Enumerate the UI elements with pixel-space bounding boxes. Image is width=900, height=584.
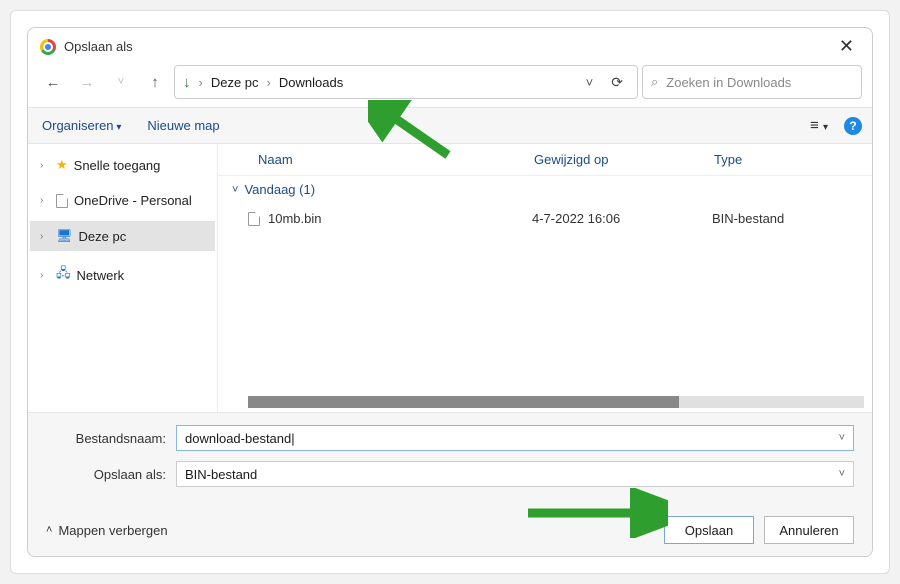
group-today[interactable]: ˅ Vandaag (1) (218, 176, 872, 203)
search-placeholder: Zoeken in Downloads (666, 75, 791, 90)
save-as-dialog: Opslaan als ✕ ← → ˅ ↑ ↓ › Deze pc › Down… (27, 27, 873, 557)
file-name-text: 10mb.bin (268, 211, 321, 226)
file-icon (56, 194, 68, 208)
sidebar-item-network[interactable]: › 🖧 Netwerk (30, 257, 215, 293)
breadcrumb[interactable]: ↓ › Deze pc › Downloads ˅ ⟳ (174, 65, 638, 99)
file-list-header: Naam Gewijzigd op Type (218, 144, 872, 176)
column-header-type[interactable]: Type (714, 152, 856, 167)
save-form: Bestandsnaam: download-bestand| ˅ Opslaa… (28, 412, 872, 556)
chevron-right-icon: › (199, 75, 203, 90)
forward-button[interactable]: → (72, 67, 102, 97)
search-icon: ⌕ (651, 74, 658, 90)
dialog-title: Opslaan als (64, 39, 133, 54)
chrome-icon (40, 39, 56, 55)
group-label: Vandaag (1) (244, 182, 315, 197)
up-button[interactable]: ↑ (140, 67, 170, 97)
cancel-button[interactable]: Annuleren (764, 516, 854, 544)
chevron-down-icon: ˅ (839, 432, 845, 444)
column-header-modified[interactable]: Gewijzigd op (534, 152, 714, 167)
title-bar: Opslaan als ✕ (28, 28, 872, 63)
help-button[interactable]: ? (844, 117, 862, 135)
sidebar-item-label: OneDrive - Personal (74, 193, 192, 208)
downloads-icon: ↓ (183, 74, 191, 91)
network-icon: 🖧 (56, 264, 71, 286)
organize-menu[interactable]: Organiseren ▾ (38, 112, 125, 139)
filename-label: Bestandsnaam: (46, 431, 176, 446)
sidebar-item-label: Deze pc (79, 229, 127, 244)
new-folder-button[interactable]: Nieuwe map (143, 112, 223, 139)
chevron-right-icon: › (40, 270, 50, 281)
chevron-down-icon: ˅ (839, 468, 845, 480)
history-dropdown[interactable]: ˅ (106, 67, 136, 97)
nav-row: ← → ˅ ↑ ↓ › Deze pc › Downloads ˅ ⟳ ⌕ Zo… (28, 63, 872, 107)
chevron-right-icon: › (40, 231, 50, 242)
hide-folders-toggle[interactable]: ˄ Mappen verbergen (46, 523, 168, 538)
saveas-value: BIN-bestand (185, 467, 257, 482)
pc-icon: 🖥 (56, 228, 73, 244)
star-icon: ★ (56, 157, 68, 173)
sidebar: › ★ Snelle toegang › OneDrive - Personal… (28, 144, 218, 412)
sidebar-item-label: Netwerk (77, 268, 125, 283)
organize-label: Organiseren (42, 118, 114, 133)
file-icon (248, 212, 260, 226)
save-button-label: Opslaan (685, 523, 733, 538)
refresh-button[interactable]: ⟳ (605, 74, 629, 91)
saveas-label: Opslaan als: (46, 467, 176, 482)
saveas-type-select[interactable]: BIN-bestand ˅ (176, 461, 854, 487)
breadcrumb-expand[interactable]: ˅ (582, 75, 598, 90)
breadcrumb-root[interactable]: Deze pc (211, 75, 259, 90)
cancel-button-label: Annuleren (779, 523, 838, 538)
sidebar-item-quick-access[interactable]: › ★ Snelle toegang (30, 150, 215, 180)
chevron-up-icon: ˄ (46, 524, 52, 536)
chevron-right-icon: › (40, 195, 50, 206)
file-modified-text: 4-7-2022 16:06 (532, 211, 712, 226)
filename-input[interactable]: download-bestand| ˅ (176, 425, 854, 451)
chevron-right-icon: › (40, 160, 50, 171)
filename-value: download-bestand (185, 431, 291, 446)
hide-folders-label: Mappen verbergen (58, 523, 167, 538)
close-button[interactable]: ✕ (833, 36, 860, 57)
file-type-text: BIN-bestand (712, 211, 858, 226)
search-input[interactable]: ⌕ Zoeken in Downloads (642, 65, 862, 99)
file-list: Naam Gewijzigd op Type ˅ Vandaag (1) 10m… (218, 144, 872, 412)
view-mode-button[interactable]: ≡ ▾ (806, 113, 832, 138)
save-button[interactable]: Opslaan (664, 516, 754, 544)
back-button[interactable]: ← (38, 67, 68, 97)
sidebar-item-this-pc[interactable]: › 🖥 Deze pc (30, 221, 215, 251)
file-row[interactable]: 10mb.bin 4-7-2022 16:06 BIN-bestand (218, 203, 872, 234)
sidebar-item-label: Snelle toegang (74, 158, 161, 173)
horizontal-scrollbar[interactable] (248, 396, 864, 408)
toolbar: Organiseren ▾ Nieuwe map ≡ ▾ ? (28, 107, 872, 144)
chevron-right-icon: › (267, 75, 271, 90)
chevron-down-icon: ˅ (232, 184, 238, 196)
breadcrumb-folder[interactable]: Downloads (279, 75, 343, 90)
sidebar-item-onedrive[interactable]: › OneDrive - Personal (30, 186, 215, 215)
column-header-name[interactable]: Naam (234, 152, 534, 167)
